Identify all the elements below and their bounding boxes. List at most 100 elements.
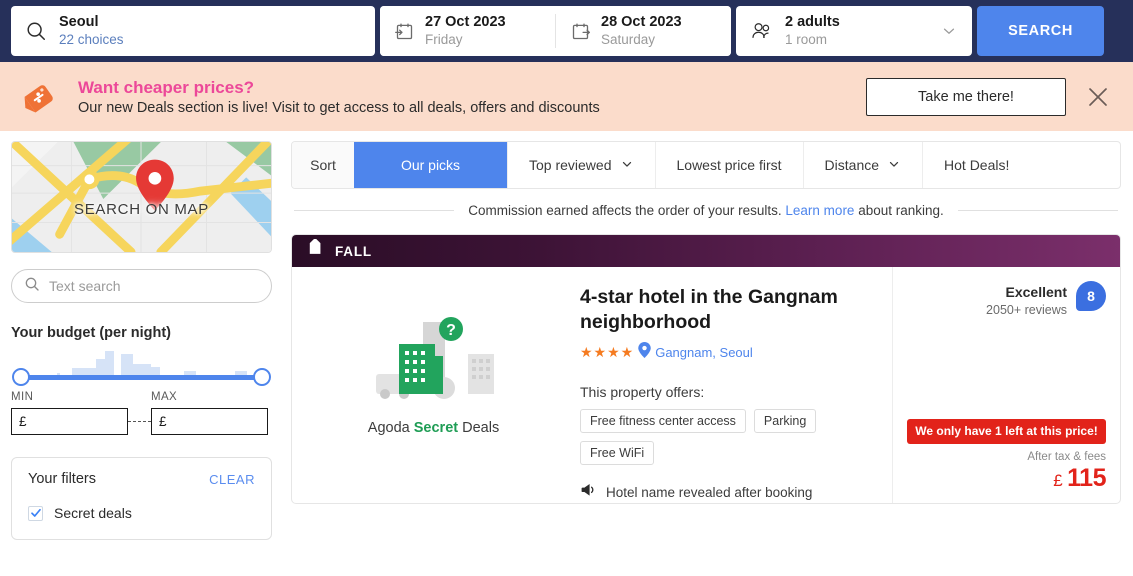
megaphone-icon (580, 482, 596, 503)
max-price-box[interactable]: £ (151, 408, 348, 435)
occupancy-field[interactable]: 2 adults 1 room (736, 6, 972, 56)
commission-notice: Commission earned affects the order of y… (294, 203, 1119, 218)
search-icon (25, 20, 47, 42)
commission-text: Commission earned affects the order of y… (468, 203, 944, 218)
caption-bold: Secret (413, 420, 459, 437)
rating-block: Excellent 2050+ reviews 8 (907, 281, 1106, 317)
discount-tag-icon (20, 76, 62, 118)
after-tax-label: After tax & fees (1027, 451, 1106, 464)
star-rating-icons: ★★★★ (580, 344, 635, 361)
price-histogram (21, 344, 263, 378)
guests-icon (750, 20, 774, 42)
caption-pre: Agoda (367, 420, 414, 437)
sort-tab-hot-deals-label: Hot Deals! (944, 157, 1010, 173)
calendar-checkout-icon (570, 21, 591, 42)
rating-word: Excellent (1005, 284, 1067, 300)
amenities-list: Free fitness center access Parking Free … (580, 409, 874, 466)
your-filters-header: Your filters CLEAR (28, 471, 255, 487)
divider-right (957, 210, 1119, 211)
reveal-notice: Hotel name revealed after booking (580, 482, 874, 503)
location-pin-icon (638, 342, 651, 363)
stars-and-location: ★★★★ Gangnam, Seoul (580, 342, 874, 363)
sort-tab-top-reviewed[interactable]: Top reviewed (507, 142, 655, 188)
secret-deals-checkbox[interactable] (28, 505, 43, 521)
destination-choices: 22 choices (59, 31, 124, 47)
sort-tab-top-reviewed-label: Top reviewed (529, 157, 612, 173)
secret-building-icon: ? (368, 314, 500, 411)
clear-filters-button[interactable]: CLEAR (209, 472, 255, 487)
date-range-field: 27 Oct 2023 Friday 28 Oct 2023 Saturday (380, 6, 731, 56)
amenity-chip: Free fitness center access (580, 409, 746, 434)
urgency-banner: We only have 1 left at this price! (907, 418, 1106, 445)
chevron-down-icon[interactable] (940, 22, 958, 40)
property-card-body: ? Agoda Secret Deals 4-star hotel in the… (292, 267, 1120, 504)
property-title[interactable]: 4-star hotel in the Gangnam neighborhood (580, 285, 874, 335)
svg-text:?: ? (446, 322, 456, 339)
reveal-text: Hotel name revealed after booking (606, 485, 813, 501)
budget-slider[interactable] (11, 349, 272, 391)
histogram-bar (111, 350, 115, 378)
checkout-field[interactable]: 28 Oct 2023 Saturday (556, 6, 731, 56)
chevron-down-icon (620, 157, 634, 174)
max-label: MAX (151, 391, 178, 403)
min-label: MIN (11, 391, 34, 403)
location-link[interactable]: Gangnam, Seoul (655, 345, 753, 360)
promo-subtitle: Our new Deals section is live! Visit to … (78, 99, 600, 116)
commission-before: Commission earned affects the order of y… (468, 203, 782, 218)
map-thumbnail (12, 142, 271, 252)
search-header: Seoul 22 choices 27 Oct 2023 Friday 28 O… (0, 0, 1133, 62)
checkin-day: Friday (425, 31, 463, 47)
your-filters-card: Your filters CLEAR Secret deals (11, 457, 272, 540)
sort-tab-hot-deals[interactable]: Hot Deals! (922, 142, 1030, 188)
take-me-there-button[interactable]: Take me there! (866, 77, 1066, 116)
text-search-field[interactable] (11, 269, 272, 303)
close-icon[interactable] (1085, 84, 1111, 110)
secret-deals-caption: Agoda Secret Deals (368, 420, 499, 436)
checkin-field[interactable]: 27 Oct 2023 Friday (380, 6, 555, 56)
price-currency: £ (1053, 471, 1063, 491)
property-image[interactable]: ? Agoda Secret Deals (292, 267, 575, 503)
property-rating-price: Excellent 2050+ reviews 8 We only have 1… (892, 267, 1120, 504)
sort-tab-our-picks[interactable]: Our picks (354, 142, 507, 188)
search-on-map-card[interactable]: SEARCH ON MAP (11, 141, 272, 253)
occupancy-rooms: 1 room (785, 31, 828, 47)
min-price-box[interactable]: £ (11, 408, 208, 435)
calendar-checkin-icon (394, 21, 415, 42)
amenity-chip: Parking (753, 409, 817, 434)
deal-banner: FALL (292, 235, 1120, 267)
chevron-down-icon (887, 157, 901, 174)
text-search-input[interactable] (49, 278, 259, 294)
check-icon (30, 508, 41, 517)
search-on-map-label: SEARCH ON MAP (74, 201, 209, 219)
slider-min-handle[interactable] (12, 368, 30, 386)
search-button[interactable]: SEARCH (977, 6, 1104, 56)
checkin-date: 27 Oct 2023 (425, 13, 506, 30)
sort-tab-distance[interactable]: Distance (802, 142, 922, 188)
property-card[interactable]: FALL ? Agoda Secret Deals 4-star hotel i… (291, 234, 1121, 505)
search-icon (24, 276, 40, 297)
budget-title: Your budget (per night) (11, 325, 172, 341)
property-details: 4-star hotel in the Gangnam neighborhood… (575, 267, 892, 503)
occupancy-value: 2 adults (785, 13, 840, 30)
learn-more-link[interactable]: Learn more (785, 203, 854, 218)
destination-field[interactable]: Seoul 22 choices (11, 6, 375, 56)
price-amount: 115 (1067, 464, 1106, 493)
budget-minmax-labels: MIN MAX (11, 391, 272, 403)
review-count: 2050+ reviews (986, 303, 1067, 317)
min-currency: £ (19, 414, 27, 429)
divider-left (294, 210, 455, 211)
slider-track (21, 375, 262, 380)
budget-inputs: £ £ (11, 408, 348, 435)
sort-tab-lowest-price[interactable]: Lowest price first (654, 142, 803, 188)
filters-sidebar: SEARCH ON MAP Your budget (per night) MI… (0, 141, 348, 540)
checkout-day: Saturday (601, 31, 656, 47)
results-column: Sort Our picks Top reviewed Lowest price… (283, 141, 1133, 540)
tag-icon (306, 237, 325, 263)
caption-post: Deals (458, 420, 500, 437)
offers-label: This property offers: (580, 384, 705, 401)
page-body: SEARCH ON MAP Your budget (per night) MI… (0, 131, 1133, 540)
sort-tab-lowest-price-label: Lowest price first (676, 157, 782, 173)
filter-item-secret-deals[interactable]: Secret deals (28, 505, 255, 521)
slider-max-handle[interactable] (253, 368, 271, 386)
destination-value: Seoul (59, 13, 99, 30)
